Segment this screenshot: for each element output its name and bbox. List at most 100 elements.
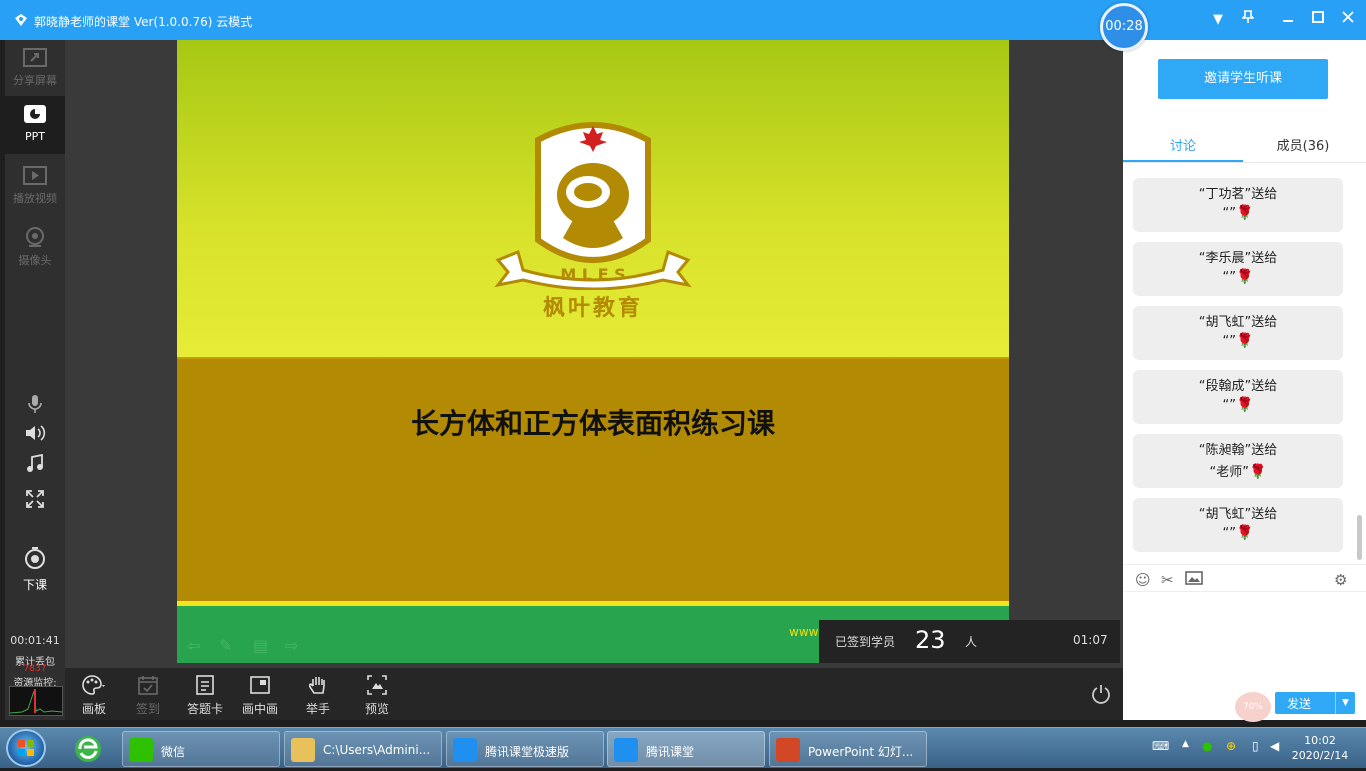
share-screen-button[interactable]: 分享屏幕 — [5, 40, 65, 98]
message-sender: “胡飞虹”送给 — [1198, 315, 1278, 330]
maximize-button[interactable] — [1308, 10, 1328, 30]
end-class-label: 下课 — [22, 578, 47, 592]
taskbar-item-wechat[interactable]: 微信 — [122, 731, 280, 767]
left-sidebar: 分享屏幕 PPT 播放视频 摄像头 下课 00:01:41 累计丢包 7837 … — [5, 40, 65, 720]
message-recipient: “” — [1222, 398, 1237, 413]
taskbar-item-tencent-classroom[interactable]: 腾讯课堂 — [607, 731, 765, 767]
message-recipient: “” — [1222, 206, 1237, 221]
chat-input[interactable] — [1123, 593, 1366, 688]
tray-network-icon[interactable]: ▯ — [1252, 739, 1259, 753]
wechat-icon — [129, 738, 153, 762]
minimize-button[interactable] — [1278, 10, 1298, 30]
taskbar-item-label: 腾讯课堂 — [646, 745, 695, 759]
power-off-icon — [25, 547, 45, 569]
checkin-button[interactable]: 签到 — [123, 674, 173, 717]
resource-monitor-graph — [9, 686, 63, 716]
rose-icon: 🌹 — [1236, 269, 1254, 285]
tencent-classroom-icon — [614, 738, 638, 762]
network-quality-badge: 70% — [1235, 692, 1271, 722]
tray-add-icon[interactable]: ⊕ — [1226, 739, 1236, 753]
settings-gear-icon[interactable]: ⚙ — [1334, 571, 1347, 589]
tab-discuss[interactable]: 讨论 — [1123, 135, 1243, 154]
image-icon[interactable] — [1185, 571, 1203, 589]
speaker-icon[interactable] — [5, 424, 65, 446]
emoji-icon[interactable]: ☺ — [1135, 571, 1151, 589]
ppt-icon — [24, 105, 46, 123]
start-button[interactable] — [6, 729, 46, 767]
raise-hand-button[interactable]: 举手 — [293, 674, 343, 717]
preview-button[interactable]: 预览 — [352, 674, 402, 717]
message-sender: “李乐晨”送给 — [1198, 251, 1278, 266]
send-button[interactable]: 发送 ▼ — [1275, 692, 1355, 714]
checkin-time: 01:07 — [1073, 633, 1108, 647]
taskbar-item-label: 微信 — [161, 745, 186, 759]
ppt-slide: M L E S 枫叶教育 长方体和正方体表面积练习课 www ⇦ ✎ ▤ ⇨ — [177, 40, 1009, 663]
logo-banner-text: M L E S — [560, 265, 625, 284]
powerpoint-icon — [776, 738, 800, 762]
calendar-check-icon — [138, 676, 158, 695]
next-slide-icon[interactable]: ⇨ — [285, 636, 298, 655]
system-clock[interactable]: 10:02 2020/2/14 — [1290, 733, 1350, 763]
checkin-unit: 人 — [965, 635, 978, 649]
right-panel: 邀请学生听课 讨论 成员(36) “丁功茗”送给 “”🌹 “李乐晨”送给 “”🌹… — [1123, 40, 1366, 722]
picture-in-picture-label: 画中画 — [241, 702, 278, 716]
microphone-icon[interactable] — [5, 394, 65, 418]
drawing-board-label: 画板 — [81, 702, 106, 716]
pin-icon[interactable] — [1238, 10, 1258, 30]
power-button[interactable] — [1091, 684, 1111, 708]
checkin-button-label: 签到 — [135, 702, 160, 716]
taskbar-item-explorer[interactable]: C:\Users\Admini... — [284, 731, 442, 767]
scissors-icon[interactable]: ✂ — [1161, 571, 1174, 589]
pen-icon[interactable]: ✎ — [219, 636, 232, 655]
invite-students-button[interactable]: 邀请学生听课 — [1158, 59, 1328, 99]
chat-message: “段翰成”送给 “”🌹 — [1133, 370, 1343, 424]
picture-in-picture-button[interactable]: 画中画 — [235, 674, 285, 717]
checkin-label: 已签到学员 — [835, 635, 896, 649]
end-class-button[interactable]: 下课 — [5, 546, 65, 593]
close-button[interactable] — [1338, 10, 1358, 30]
message-recipient: “” — [1222, 270, 1237, 285]
hand-icon — [308, 677, 325, 694]
play-video-button[interactable]: 播放视频 — [5, 158, 65, 216]
message-sender: “段翰成”送给 — [1198, 379, 1278, 394]
tab-members[interactable]: 成员(36) — [1243, 135, 1363, 154]
answer-card-icon — [196, 675, 214, 695]
camera-button[interactable]: 摄像头 — [5, 218, 65, 276]
chat-toolbar: ☺ ✂ ⚙ — [1123, 564, 1366, 592]
tencent-classroom-icon — [453, 738, 477, 762]
tray-wechat-icon[interactable]: ● — [1202, 739, 1212, 753]
send-options-chevron-icon[interactable]: ▼ — [1335, 692, 1355, 714]
ppt-label: PPT — [25, 130, 45, 143]
ppt-button[interactable]: PPT — [5, 96, 65, 154]
message-sender: “陈昶翰”送给 — [1198, 443, 1278, 458]
tray-volume-icon[interactable]: ◀ — [1270, 739, 1279, 753]
music-icon[interactable] — [5, 453, 65, 478]
answer-card-button[interactable]: 答题卡 — [180, 674, 230, 717]
app-logo-icon — [15, 14, 27, 26]
chat-message: “丁功茗”送给 “”🌹 — [1133, 178, 1343, 232]
message-sender: “丁功茗”送给 — [1198, 187, 1278, 202]
taskbar-item-tencent-classroom-lite[interactable]: 腾讯课堂极速版 — [446, 731, 604, 767]
preview-icon — [367, 675, 387, 695]
windows-taskbar: 微信 C:\Users\Admini... 腾讯课堂极速版 腾讯课堂 Power… — [0, 727, 1366, 768]
power-icon — [1092, 685, 1110, 704]
dropdown-icon[interactable]: ▼ — [1208, 10, 1228, 30]
prev-slide-icon[interactable]: ⇦ — [187, 636, 200, 655]
drawing-board-button[interactable]: 画板 — [69, 674, 119, 717]
taskbar-item-powerpoint[interactable]: PowerPoint 幻灯... — [769, 731, 927, 767]
preview-label: 预览 — [364, 702, 389, 716]
play-video-icon — [23, 166, 47, 185]
play-video-label: 播放视频 — [13, 192, 57, 205]
slide-title-band — [177, 357, 1009, 601]
chat-scrollbar[interactable] — [1357, 515, 1362, 560]
pinned-browser-icon[interactable] — [70, 731, 110, 767]
rose-icon: 🌹 — [1236, 525, 1254, 541]
fullscreen-icon[interactable] — [5, 490, 65, 512]
bottom-toolbar: 画板 签到 答题卡 画中画 举手 预览 — [65, 668, 1123, 720]
slides-grid-icon[interactable]: ▤ — [253, 636, 268, 655]
keyboard-icon[interactable]: ⌨ — [1152, 739, 1169, 753]
send-label: 发送 — [1287, 697, 1312, 711]
class-timer: 00:28 — [1100, 3, 1148, 51]
message-recipient: “老师” — [1209, 465, 1250, 480]
tray-expand-icon[interactable]: ▲ — [1182, 739, 1189, 749]
